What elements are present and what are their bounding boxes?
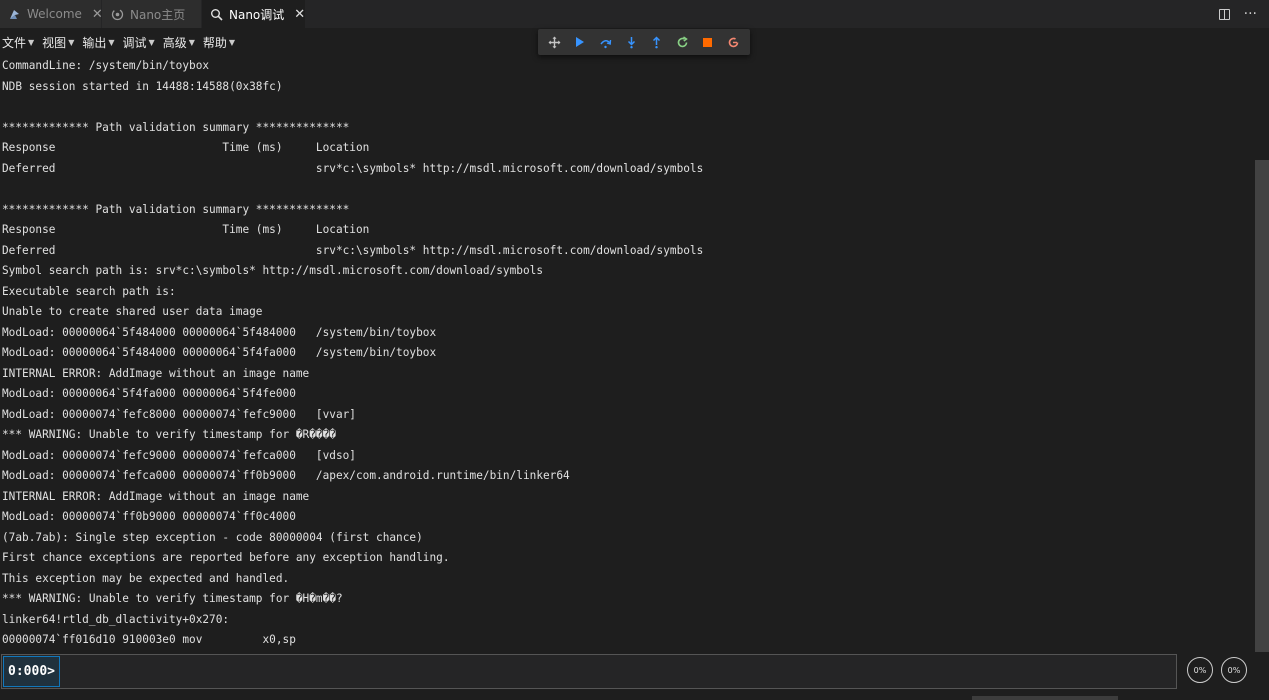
caret-down-icon: ▼ — [28, 37, 35, 47]
console-line: ModLoad: 00000074`fefc9000 00000074`fefc… — [2, 448, 356, 462]
debug-toolbar — [538, 29, 750, 55]
tab-label: Nano主页 — [130, 7, 186, 22]
step-out-icon[interactable] — [644, 31, 670, 53]
command-box: 0:000> — [1, 654, 1177, 689]
console-line: INTERNAL ERROR: AddImage without an imag… — [2, 489, 310, 503]
split-editor-icon[interactable] — [1218, 8, 1230, 20]
debug-search-icon — [210, 7, 223, 21]
tab-nano-debug[interactable]: Nano调试 ✕ — [202, 0, 306, 28]
console-line: Deferred srv*c:\symbols* http://msdl.mic… — [2, 243, 704, 257]
console-line: ************* Path validation summary **… — [2, 202, 350, 216]
menu-file[interactable]: 文件 ▼ — [0, 34, 38, 51]
console-line: ModLoad: 00000064`5f484000 00000064`5f4f… — [2, 346, 437, 359]
step-into-icon[interactable] — [619, 31, 645, 53]
more-actions-icon[interactable]: ··· — [1244, 6, 1257, 22]
console-line: ModLoad: 00000074`fefc8000 00000074`fefc… — [2, 407, 356, 421]
console-line: Symbol search path is: srv*c:\symbols* h… — [2, 264, 543, 277]
menu-label: 调试 — [122, 35, 147, 50]
console-line: First chance exceptions are reported bef… — [2, 551, 450, 564]
console-line: Unable to create shared user data image — [2, 305, 263, 318]
tab-nano-home[interactable]: Nano主页 — [102, 0, 202, 28]
console-line: CommandLine: /system/bin/toybox — [2, 59, 210, 72]
console-line: Response Time (ms) Location — [2, 223, 370, 236]
menu-label: 视图 — [42, 35, 67, 50]
caret-down-icon: ▼ — [188, 37, 195, 47]
console-line: ModLoad: 00000064`5f484000 00000064`5f48… — [2, 325, 437, 339]
memory-gauge: 0% — [1221, 657, 1247, 683]
tabbar-actions: ··· — [1218, 0, 1269, 28]
caret-down-icon: ▼ — [148, 37, 155, 47]
console-line: *** WARNING: Unable to verify timestamp … — [2, 428, 336, 441]
tab-label: Nano调试 — [229, 7, 285, 22]
cpu-gauge: 0% — [1187, 657, 1213, 683]
gauge-label: 0% — [1227, 665, 1241, 675]
menu-help[interactable]: 帮助 ▼ — [201, 34, 239, 51]
gauge-label: 0% — [1193, 665, 1207, 675]
command-area: 0:000> 0% 0% — [0, 652, 1269, 700]
console-line: (7ab.7ab): Single step exception - code … — [2, 530, 423, 544]
continue-icon[interactable] — [568, 31, 594, 53]
close-icon[interactable]: ✕ — [294, 7, 305, 22]
menu-label: 高级 — [162, 35, 187, 50]
menu-label: 帮助 — [202, 35, 227, 50]
restart-icon[interactable] — [670, 31, 696, 53]
console-line: Deferred srv*c:\symbols* http://msdl.mic… — [2, 161, 704, 175]
drag-handle-icon[interactable] — [542, 31, 568, 53]
tab-welcome[interactable]: Welcome ✕ — [0, 0, 103, 28]
console-line: ModLoad: 00000064`5f4fa000 00000064`5f4f… — [2, 387, 296, 400]
console-line: NDB session started in 14488:14588(0x38f… — [2, 79, 283, 93]
console-output[interactable]: CommandLine: /system/bin/toybox NDB sessi… — [0, 56, 1255, 652]
menu-view[interactable]: 视图 ▼ — [40, 34, 78, 51]
menu-output[interactable]: 输出 ▼ — [80, 34, 118, 51]
caret-down-icon: ▼ — [228, 37, 236, 47]
console-line: linker64!rtld_db_dlactivity+0x270: — [2, 612, 230, 626]
menu-label: 文件 — [2, 35, 27, 50]
stop-icon[interactable] — [695, 31, 721, 53]
disconnect-icon[interactable] — [721, 31, 747, 53]
command-prompt: 0:000> — [3, 656, 60, 687]
step-over-icon[interactable] — [593, 31, 619, 53]
console-line: ************* Path validation summary **… — [2, 120, 350, 134]
console-line: Executable search path is: — [2, 284, 176, 298]
menu-debug[interactable]: 调试 ▼ — [121, 34, 159, 51]
command-input[interactable] — [62, 656, 1176, 689]
console-line: Response Time (ms) Location — [2, 141, 370, 154]
tab-label: Welcome — [27, 7, 82, 21]
tab-bar: Welcome ✕ Nano主页 Nano调试 ✕ ··· — [0, 0, 1269, 28]
menu-advanced[interactable]: 高级 ▼ — [161, 34, 199, 51]
app-icon — [8, 7, 21, 21]
caret-down-icon: ▼ — [68, 37, 75, 47]
console-line: *** WARNING: Unable to verify timestamp … — [2, 592, 343, 605]
horizontal-scrollbar-thumb[interactable] — [972, 696, 1118, 700]
console-line: ModLoad: 00000074`fefca000 00000074`ff0b… — [2, 469, 570, 482]
caret-down-icon: ▼ — [108, 37, 115, 47]
console-line: This exception may be expected and handl… — [2, 571, 290, 585]
home-swirl-icon — [110, 7, 124, 21]
console-scrollbar-thumb[interactable] — [1255, 160, 1269, 652]
console-line: INTERNAL ERROR: AddImage without an imag… — [2, 366, 310, 380]
menu-label: 输出 — [82, 35, 107, 50]
console-line: ModLoad: 00000074`ff0b9000 00000074`ff0c… — [2, 510, 296, 523]
console-line: 00000074`ff016d10 910003e0 mov x0,sp — [2, 633, 296, 646]
